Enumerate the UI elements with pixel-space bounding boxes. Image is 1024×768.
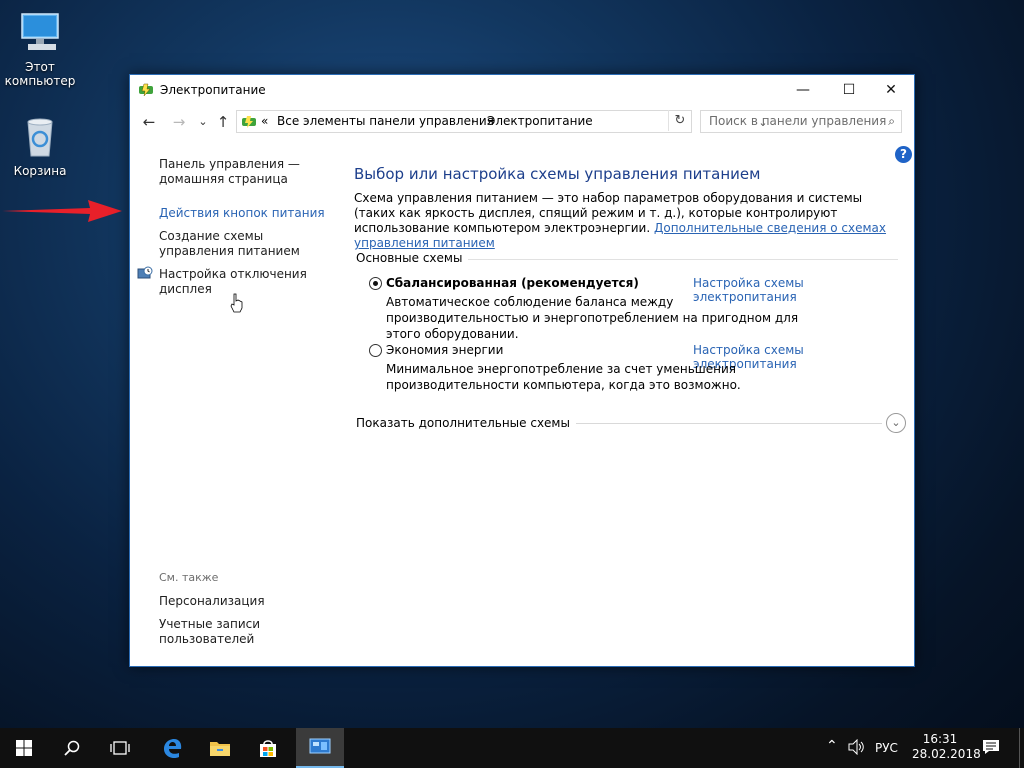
title-bar[interactable]: Электропитание — ☐ ✕ xyxy=(130,75,914,106)
clock-date: 28.02.2018 xyxy=(912,747,981,761)
minimize-button[interactable]: — xyxy=(780,75,826,105)
recycle-bin-icon xyxy=(16,112,64,160)
speaker-icon xyxy=(848,738,864,756)
group-label: Основные схемы xyxy=(356,251,469,265)
breadcrumb-separator-icon[interactable]: › xyxy=(471,114,476,128)
help-icon: ? xyxy=(900,147,907,161)
help-button[interactable]: ? xyxy=(895,146,912,163)
search-icon[interactable]: ⌕ xyxy=(888,114,895,129)
search-icon xyxy=(64,740,80,756)
clock[interactable]: 16:31 28.02.2018 xyxy=(912,732,981,762)
back-arrow-icon: ← xyxy=(142,113,156,131)
plan-balanced-name[interactable]: Сбалансированная (рекомендуется) xyxy=(386,276,639,290)
sidebar-item-home[interactable]: Панель управления — домашняя страница xyxy=(159,157,319,187)
notifications-icon xyxy=(983,740,999,754)
show-additional-plans-label: Показать дополнительные схемы xyxy=(356,416,576,430)
see-also-user-accounts[interactable]: Учетные записи пользователей xyxy=(159,617,279,647)
expand-chevron-icon[interactable]: ⌄ xyxy=(886,413,906,433)
desktop-icon-this-pc[interactable]: Этот компьютер xyxy=(4,8,76,88)
computer-icon xyxy=(16,8,64,56)
annotation-arrow-icon xyxy=(2,200,122,222)
taskbar-control-panel[interactable] xyxy=(296,728,344,768)
close-button[interactable]: ✕ xyxy=(868,75,914,105)
sidebar-item-display-off[interactable]: Настройка отключения дисплея xyxy=(159,267,329,297)
edge-icon xyxy=(164,739,182,759)
plan-power-saver-radio[interactable] xyxy=(369,344,382,357)
search-button[interactable] xyxy=(48,728,96,768)
folder-icon xyxy=(210,742,230,756)
clock-time: 16:31 xyxy=(922,732,958,746)
hand-cursor-icon xyxy=(230,293,243,313)
close-icon: ✕ xyxy=(885,82,897,98)
search-placeholder: Поиск в панели управления xyxy=(709,114,887,128)
action-center-button[interactable] xyxy=(982,739,1000,758)
show-hidden-icons-button[interactable]: ⌃ xyxy=(826,738,838,754)
clock-monitor-icon xyxy=(137,266,153,279)
desktop-icon-label: Этот компьютер xyxy=(4,60,76,88)
power-options-icon xyxy=(139,83,153,97)
taskbar-file-explorer[interactable] xyxy=(196,728,244,768)
forward-button[interactable]: → xyxy=(170,112,188,132)
chevron-down-icon: ⌄ xyxy=(198,115,208,128)
see-also-personalization[interactable]: Персонализация xyxy=(159,594,265,609)
navigation-bar: ← → ⌄ ↑ « Все элементы панели управления… xyxy=(130,109,914,135)
input-language-button[interactable]: РУС xyxy=(875,741,898,755)
task-view-icon xyxy=(110,741,130,755)
page-title: Выбор или настройка схемы управления пит… xyxy=(354,165,761,183)
plan-balanced-radio[interactable] xyxy=(369,277,382,290)
taskbar-edge[interactable] xyxy=(148,728,196,768)
minimize-icon: — xyxy=(796,82,810,98)
task-view-button[interactable] xyxy=(96,728,144,768)
show-additional-plans[interactable]: Показать дополнительные схемы ⌄ xyxy=(356,413,906,435)
refresh-icon: ↻ xyxy=(674,113,686,128)
desktop-icon-label: Корзина xyxy=(13,164,67,178)
start-button[interactable] xyxy=(0,728,48,768)
plan-power-saver-description: Минимальное энергопотребление за счет ум… xyxy=(386,362,741,392)
back-button[interactable]: ← xyxy=(140,112,158,132)
plan-power-saver-name[interactable]: Экономия энергии xyxy=(386,343,503,357)
breadcrumb-power-options[interactable]: Электропитание xyxy=(487,114,593,128)
refresh-button[interactable]: ↻ xyxy=(668,110,691,131)
chevron-up-icon: ⌃ xyxy=(826,738,838,754)
up-arrow-icon: ↑ xyxy=(216,113,230,131)
control-panel-icon xyxy=(309,738,331,754)
control-panel-icon xyxy=(242,116,256,128)
maximize-icon: ☐ xyxy=(842,82,856,98)
sidebar-item-power-buttons[interactable]: Действия кнопок питания xyxy=(159,206,329,221)
breadcrumb-overflow[interactable]: « xyxy=(261,114,268,128)
store-icon xyxy=(260,740,276,757)
page-description: Схема управления питанием — это набор па… xyxy=(354,191,904,251)
maximize-button[interactable]: ☐ xyxy=(826,75,872,105)
windows-logo-icon xyxy=(16,740,32,756)
search-input[interactable]: Поиск в панели управления ⌕ xyxy=(700,110,902,133)
taskbar-store[interactable] xyxy=(244,728,292,768)
preferred-plans-group: Основные схемы xyxy=(356,251,898,267)
desktop-icon-recycle-bin[interactable]: Корзина xyxy=(4,112,76,178)
address-bar[interactable]: « Все элементы панели управления › Элект… xyxy=(236,110,768,133)
power-options-window: Электропитание — ☐ ✕ ← → ⌄ ↑ « Все элеме… xyxy=(129,74,915,667)
breadcrumb-all-items[interactable]: Все элементы панели управления xyxy=(277,114,494,128)
plan-balanced-description: Автоматическое соблюдение баланса между … xyxy=(386,295,799,341)
divider xyxy=(546,423,882,424)
show-desktop-button[interactable] xyxy=(1019,728,1024,768)
up-button[interactable]: ↑ xyxy=(214,112,232,132)
see-also-heading: См. также xyxy=(159,571,219,584)
volume-button[interactable] xyxy=(848,738,866,758)
taskbar: ⌃ РУС 16:31 28.02.2018 xyxy=(0,728,1024,768)
recent-locations-button[interactable]: ⌄ xyxy=(194,112,212,132)
forward-arrow-icon: → xyxy=(172,113,186,131)
window-title: Электропитание xyxy=(160,83,266,97)
sidebar-item-create-plan[interactable]: Создание схемы управления питанием xyxy=(159,229,329,259)
